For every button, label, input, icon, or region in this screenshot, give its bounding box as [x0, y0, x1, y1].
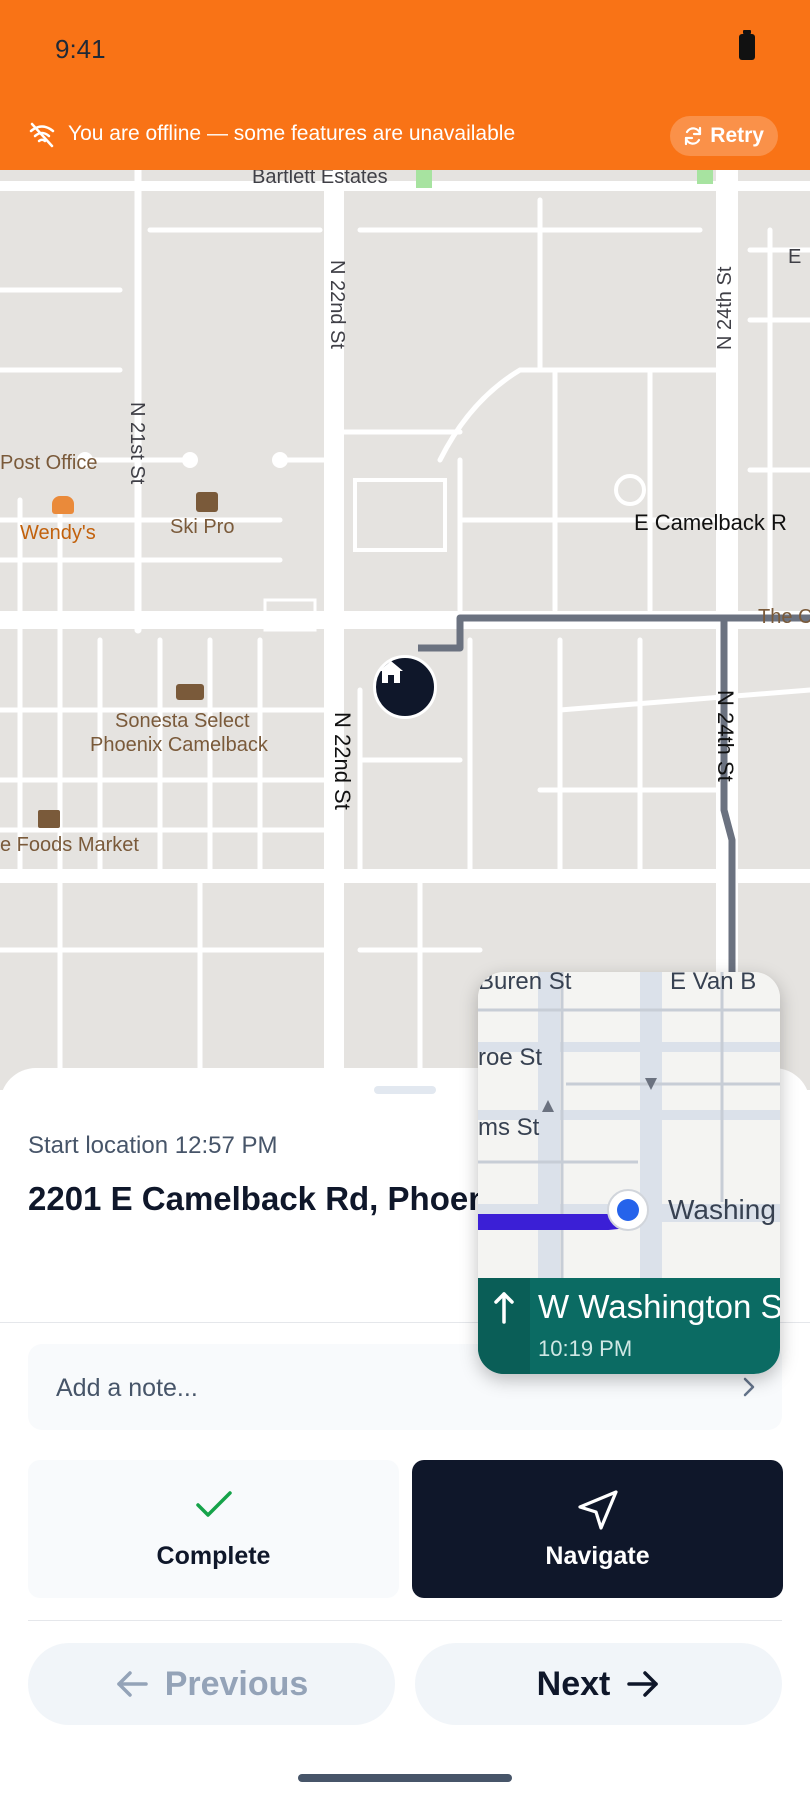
- retry-label: Retry: [710, 124, 764, 147]
- map-label-n24-top: N 24th St: [714, 266, 736, 350]
- map-label-post-office: Post Office: [0, 452, 98, 474]
- map-label-n22-top: N 22nd St: [326, 260, 348, 349]
- map-label-sonesta-2: Phoenix Camelback: [90, 734, 268, 756]
- retry-button[interactable]: Retry: [670, 116, 778, 156]
- wifi-off-icon: [29, 122, 55, 148]
- home-icon: [379, 661, 403, 683]
- battery-icon: [739, 30, 755, 60]
- map-label-n22-bottom: N 22nd St: [330, 712, 355, 810]
- map-label-camelback: E Camelback R: [634, 510, 787, 535]
- next-button[interactable]: Next: [415, 1643, 782, 1725]
- note-placeholder: Add a note...: [56, 1374, 198, 1402]
- check-icon: [195, 1491, 232, 1517]
- previous-label: Previous: [164, 1664, 309, 1703]
- next-label: Next: [536, 1664, 611, 1703]
- map-label-n21: N 21st St: [126, 402, 148, 485]
- hotel-icon: [176, 684, 204, 700]
- cart-icon: [38, 810, 60, 828]
- arrow-left-icon: [116, 1671, 148, 1697]
- navigate-button[interactable]: Navigate: [412, 1460, 783, 1598]
- complete-label: Complete: [156, 1542, 271, 1570]
- map-label-wendys: Wendy's: [20, 522, 96, 544]
- map-view[interactable]: Bartlett Estates N 22nd St N 24th St N 2…: [0, 170, 810, 1090]
- map-label-e-edge: E: [788, 246, 802, 268]
- map-label-foods-market: e Foods Market: [0, 834, 139, 856]
- turn-arrow-cell: [478, 1278, 530, 1374]
- mini-label-washing: Washing: [668, 1194, 776, 1225]
- previous-button[interactable]: Previous: [28, 1643, 395, 1725]
- home-indicator: [298, 1774, 512, 1782]
- navigate-label: Navigate: [545, 1542, 650, 1570]
- turn-street-name: W Washington St: [538, 1288, 780, 1325]
- map-label-bartlett: Bartlett Estates: [252, 170, 388, 188]
- status-time: 9:41: [55, 34, 106, 64]
- sheet-drag-handle[interactable]: [374, 1086, 436, 1094]
- divider: [28, 1620, 782, 1621]
- map-label-sonesta-1: Sonesta Select: [115, 710, 250, 732]
- map-label-the-c: The C: [758, 606, 810, 628]
- complete-button[interactable]: Complete: [28, 1460, 399, 1598]
- turn-eta: 10:19 PM: [538, 1336, 633, 1361]
- mini-navigation-card[interactable]: Buren St E Van B roe St ms St Washing W …: [478, 972, 780, 1374]
- arrow-right-icon: [627, 1671, 659, 1697]
- mini-label-roe: roe St: [478, 1044, 543, 1071]
- navigation-arrow-icon: [577, 1490, 618, 1530]
- home-pin[interactable]: [373, 655, 437, 719]
- burger-icon: [52, 496, 74, 514]
- mini-label-buren: Buren St: [478, 972, 572, 995]
- mini-label-ms: ms St: [478, 1114, 540, 1141]
- offline-message: You are offline — some features are unav…: [68, 122, 516, 145]
- refresh-icon: [685, 126, 702, 146]
- arrow-up-icon: [494, 1292, 514, 1324]
- status-bar: 9:41: [0, 0, 810, 100]
- mini-label-van-b: E Van B: [670, 972, 757, 995]
- offline-banner: You are offline — some features are unav…: [0, 100, 810, 170]
- shopping-bag-icon: [196, 492, 218, 512]
- map-streets: [0, 170, 810, 1090]
- stop-address: 2201 E Camelback Rd, Phoenix, AZ: [28, 1180, 480, 1217]
- turn-instruction-banner: W Washington St 10:19 PM: [478, 1278, 780, 1374]
- start-location-label: Start location 12:57 PM: [28, 1132, 278, 1159]
- chevron-right-icon: [743, 1377, 755, 1397]
- map-label-ski-pro: Ski Pro: [170, 516, 235, 538]
- map-label-n24-bottom: N 24th St: [713, 690, 738, 782]
